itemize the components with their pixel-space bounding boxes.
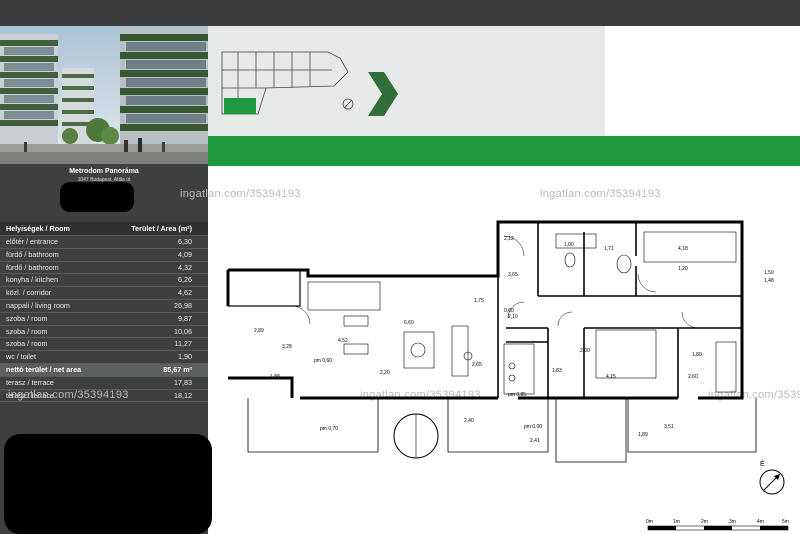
room-area: 4,62 [178,288,192,298]
dim-label: 1,20 [678,266,688,272]
dim-label: 2,00 [580,348,590,354]
net-area-label: nettó terület / net area [6,364,82,374]
dim-label: 1,89 [638,432,648,438]
scale-label: 0m [646,519,653,525]
floor-plan-sheet: Metrodom Panoráma 1047 Budapest, Attila … [0,0,800,534]
dim-label: 2,40 [464,418,474,424]
room-area: 4,32 [178,262,192,272]
dim-label: 2,60 [688,374,698,380]
table-row: wc / toilet 1,90 [0,351,208,364]
room-name: előtér / entrance [6,237,58,246]
scale-label: 2m [701,519,708,525]
table-row: szoba / room 9,87 [0,313,208,326]
table-row: szoba / room 10,06 [0,326,208,339]
scale-label: 5m [782,519,789,525]
top-bar [0,0,800,26]
pm-label: pm 0,85 [508,392,526,398]
dim-label: 1,83 [552,368,562,374]
dim-label: 4,15 [606,374,616,380]
info-panel: Metrodom Panoráma 1047 Budapest, Attila … [0,26,212,534]
compass-icon: É [759,459,785,495]
scale-label: 3m [729,519,736,525]
room-name: wc / toilet [6,352,36,362]
room-name: szoba / room [6,313,48,323]
dim-label: 1,00 [564,242,574,248]
dim-label: 2,10 [508,314,518,320]
room-area: 11,27 [174,339,192,349]
room-name: fürdő / bathroom [6,262,59,272]
table-row: nappali / living room 26,98 [0,300,208,313]
dim-label: 1,48 [764,278,774,284]
scale-label: 4m [757,519,764,525]
area-table-header: Helyiségek / Room Terület / Area (m²) [0,222,208,236]
dim-label: 3,28 [282,344,292,350]
dim-label: 1,71 [604,246,614,252]
room-name: konyha / kitchen [6,275,58,285]
floor-plan-drawing: 6,60 4,15 4,18 2,20 1,71 1,88 2,60 2,40 … [226,220,789,531]
room-area: 10,06 [174,326,192,336]
room-name: terasz / terrace [6,377,54,387]
header-area: Terület / Area (m²) [131,224,192,233]
table-row: fürdő / bathroom 4,09 [0,249,208,262]
net-area-value: 85,67 m² [163,364,192,374]
header-room: Helyiségek / Room [6,224,70,233]
room-area: 6,30 [178,237,192,246]
room-area: 17,83 [174,377,192,387]
dim-label: 2,12 [504,236,514,242]
room-name: szoba / room [6,339,48,349]
room-name: szoba / room [6,326,48,336]
room-area: 9,87 [178,313,192,323]
dim-label: 1,80 [692,352,702,358]
dim-label: 1,50 [764,270,774,276]
dim-label: 3,65 [508,272,518,278]
dim-label: 0,60 [504,308,514,314]
apartment-highlight [224,98,256,114]
dim-label: 3,51 [664,424,674,430]
dim-label: 2,41 [530,438,540,444]
area-table: Helyiségek / Room Terület / Area (m²) el… [0,222,208,403]
dim-label: 2,89 [254,328,264,334]
table-row: konyha / kitchen 6,26 [0,274,208,288]
room-area: 26,98 [174,300,192,310]
dim-label: 2,20 [380,370,390,376]
room-area: 1,90 [178,352,192,362]
dim-label: 4,18 [678,246,688,252]
green-header-bar [208,136,800,166]
key-plan-area [208,26,605,136]
compass-label: É [760,459,765,468]
redaction-mark [60,182,134,212]
key-plan [221,51,398,116]
pm-label: pm 0,00 [524,424,542,430]
room-area: 6,26 [178,275,192,285]
building-photo [0,26,208,164]
pm-label: pm 0,60 [314,358,332,364]
dim-label: 1,88 [270,374,280,380]
room-area: 4,09 [178,249,192,259]
table-row: fürdő / bathroom 4,32 [0,262,208,275]
room-name: közl. / corridor [6,288,52,298]
dim-label: 6,60 [404,320,414,326]
dim-label: 1,75 [474,298,484,304]
table-row: szoba / room 11,27 [0,338,208,352]
watermark: ingatlan.com/35394193 [8,389,129,401]
scale-label: 1m [673,519,680,525]
redaction-mark [4,434,212,534]
dim-label: 4,52 [338,338,348,344]
room-area: 18,12 [174,390,192,400]
table-row: közl. / corridor 4,62 [0,287,208,300]
room-name: nappali / living room [6,300,70,310]
dim-label: 2,65 [472,362,482,368]
scale-bar: 0m 1m 2m 3m 4m 5m [646,519,789,531]
building-render-image [0,26,208,164]
pm-label: pm 0,70 [320,426,338,432]
table-row: terasz / terrace 17,83 [0,377,208,390]
room-name: fürdő / bathroom [6,249,59,259]
net-area-row: nettó terület / net area 85,67 m² [0,363,208,377]
project-name: Metrodom Panoráma [69,168,139,175]
chevron-right-icon [368,72,398,116]
floor-plan: 6,60 4,15 4,18 2,20 1,71 1,88 2,60 2,40 … [208,166,800,534]
table-row: előtér / entrance 6,30 [0,236,208,249]
